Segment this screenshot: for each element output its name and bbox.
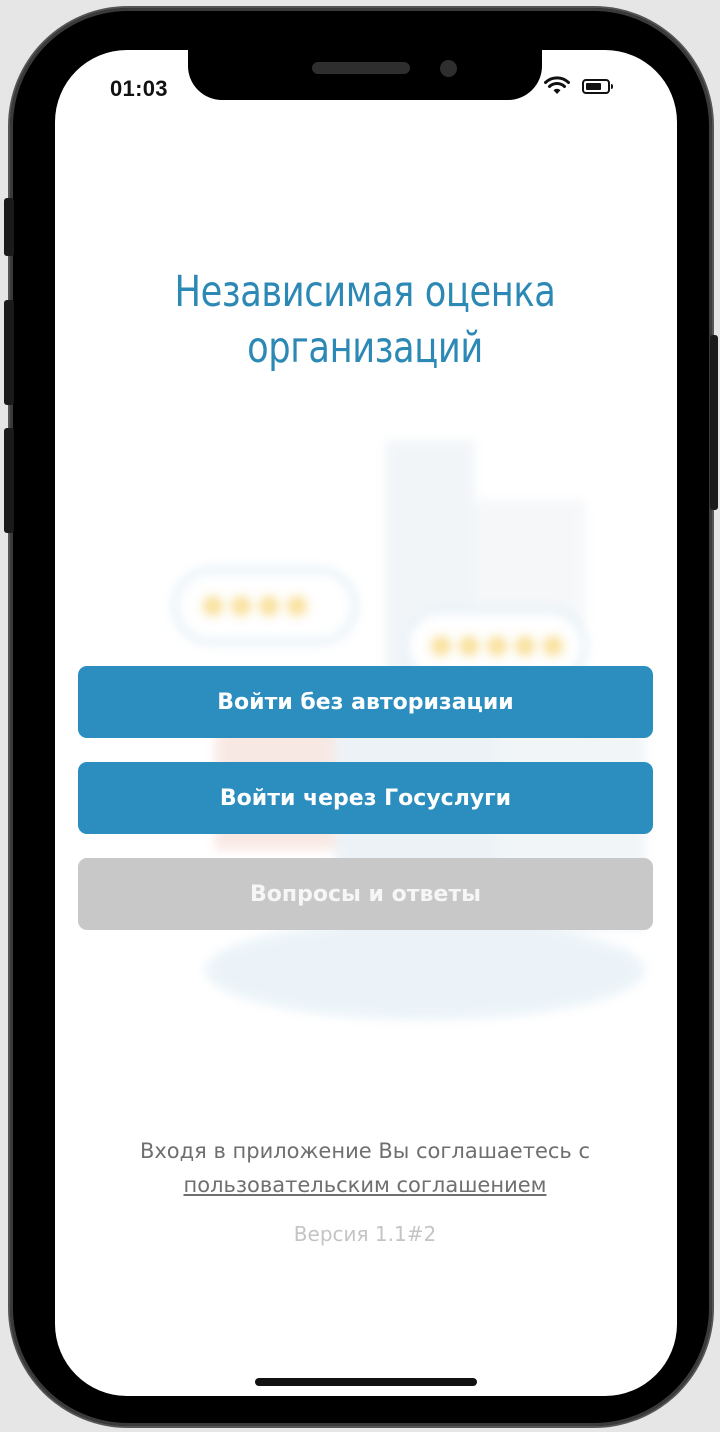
mute-switch — [4, 198, 14, 256]
app-title: Независимая оценка организаций — [140, 264, 591, 376]
app-title-line-2: организаций — [247, 323, 483, 373]
home-indicator[interactable] — [255, 1378, 477, 1386]
battery-icon — [582, 78, 613, 94]
volume-down-button — [4, 428, 14, 533]
earpiece-speaker — [312, 62, 410, 74]
volume-up-button — [4, 300, 14, 405]
wifi-icon — [544, 76, 570, 94]
user-agreement-link[interactable]: пользовательским соглашением — [184, 1173, 547, 1197]
power-button — [710, 335, 718, 510]
agreement-prefix: Входя в приложение Вы соглашаетесь с — [139, 1139, 591, 1163]
front-camera — [440, 60, 457, 77]
app-title-line-1: Независимая оценка — [174, 267, 556, 317]
device-notch — [188, 50, 542, 100]
device-mockup: 01:03 Независимая оценка организаций Вой… — [0, 0, 720, 1432]
faq-button[interactable]: Вопросы и ответы — [78, 858, 653, 930]
version-label: Версия 1.1#2 — [293, 1222, 437, 1246]
login-gosuslugi-button[interactable]: Войти через Госуслуги — [78, 762, 653, 834]
status-bar-right — [544, 76, 613, 96]
agreement-notice: Входя в приложение Вы соглашаетесь с пол… — [90, 1134, 640, 1202]
status-bar-time: 01:03 — [110, 76, 168, 101]
login-anonymous-button[interactable]: Войти без авторизации — [78, 666, 653, 738]
